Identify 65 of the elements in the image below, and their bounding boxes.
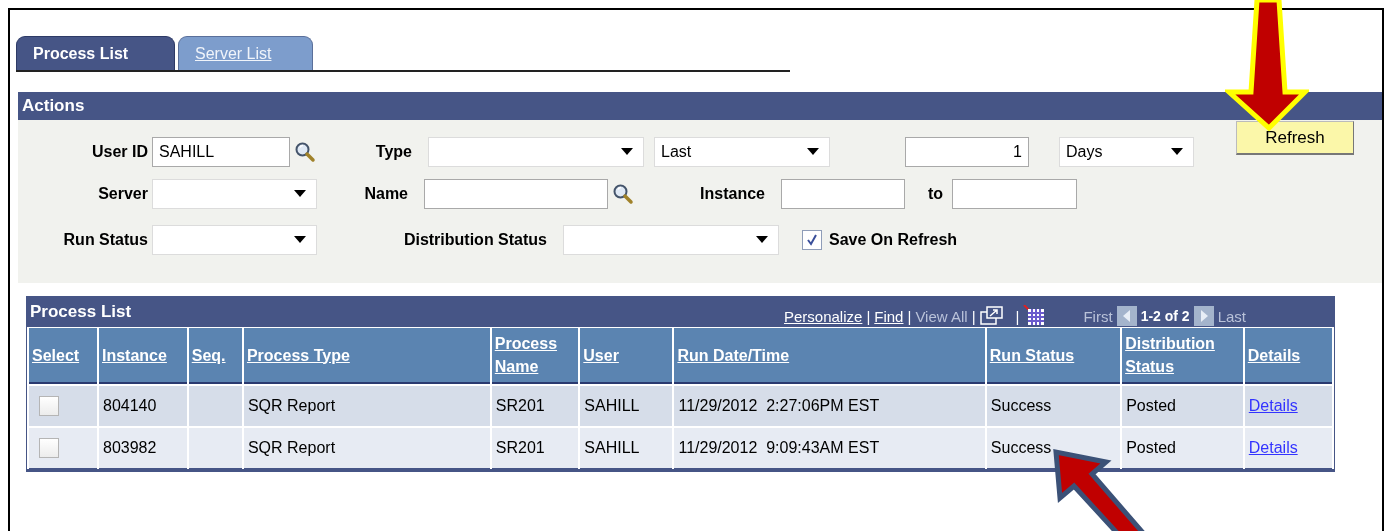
grid-title: Process List [30,302,132,322]
table-cell: 11/29/2012 9:09:43AM EST [678,439,880,456]
field-label: Type [374,143,413,161]
table-cell: Posted [1126,397,1176,414]
right-triangle-icon [1198,310,1209,322]
page-range: 1-2 of 2 [1140,308,1190,324]
field-label: User ID [90,143,149,161]
table-cell: 11/29/2012 2:27:06PM EST [678,397,880,414]
left-triangle-icon [1121,310,1132,322]
checkbox[interactable] [802,230,822,250]
table-cell: SAHILL [584,397,640,414]
table-cell: Success [990,397,1052,414]
column-header[interactable]: Run Date/Time [677,343,790,367]
input-field[interactable] [781,179,905,209]
input-field[interactable] [952,179,1077,209]
input-field[interactable]: 1 [905,137,1029,167]
checkmark-icon [805,233,819,247]
section-header: Actions [18,92,1382,120]
separator: | [866,307,871,325]
checkbox[interactable] [39,438,59,458]
column-header[interactable]: User [583,343,619,367]
caret-icon[interactable] [807,148,819,156]
tab[interactable]: Server List [178,36,313,70]
checkbox-label: Save On Refresh [829,231,958,249]
checkbox[interactable] [39,396,59,416]
previous-button[interactable] [1116,306,1137,326]
last-link[interactable]: Last [1217,307,1246,325]
field-label: to [926,185,944,203]
caret-icon[interactable] [294,190,306,198]
table-cell: SQR Report [247,439,336,456]
table-cell: SR201 [495,397,545,414]
tab[interactable]: Process List [16,36,175,70]
table-cell: SR201 [495,439,545,456]
separator: | [907,307,912,325]
next-button[interactable] [1193,306,1214,326]
input-field[interactable] [424,179,608,209]
field-label: Server [97,185,149,203]
caret-icon[interactable] [621,148,633,156]
dropdown[interactable]: Last [654,137,830,167]
toolbar-link[interactable]: Personalize [784,307,863,325]
caret-icon[interactable] [294,236,306,244]
search-icon[interactable] [612,183,634,205]
caret-icon[interactable] [756,236,768,244]
field-label: Name [363,185,409,203]
spreadsheet-icon[interactable] [1023,305,1046,327]
table-cell: SAHILL [584,439,640,456]
search-icon[interactable] [294,141,316,163]
input-field[interactable]: SAHILL [152,137,290,167]
refresh-button[interactable]: Refresh [1236,121,1354,155]
dropdown[interactable]: Days [1059,137,1194,167]
new-window-icon[interactable] [979,306,1004,326]
separator: | [971,307,976,325]
table-cell: 803982 [103,439,157,456]
field-label: Distribution Status [402,231,548,249]
field-label: Run Status [62,231,149,249]
table-cell: SQR Report [247,397,336,414]
caret-icon[interactable] [1171,148,1183,156]
table-cell: 804140 [103,397,157,414]
first-link[interactable]: First [1083,307,1113,325]
toolbar-link[interactable]: Find [874,307,904,325]
table-cell: Success [990,439,1052,456]
table-cell: Posted [1126,439,1176,456]
separator: | [1015,307,1020,325]
field-label: Instance [699,185,766,203]
column-header[interactable]: Process Type [246,343,350,367]
